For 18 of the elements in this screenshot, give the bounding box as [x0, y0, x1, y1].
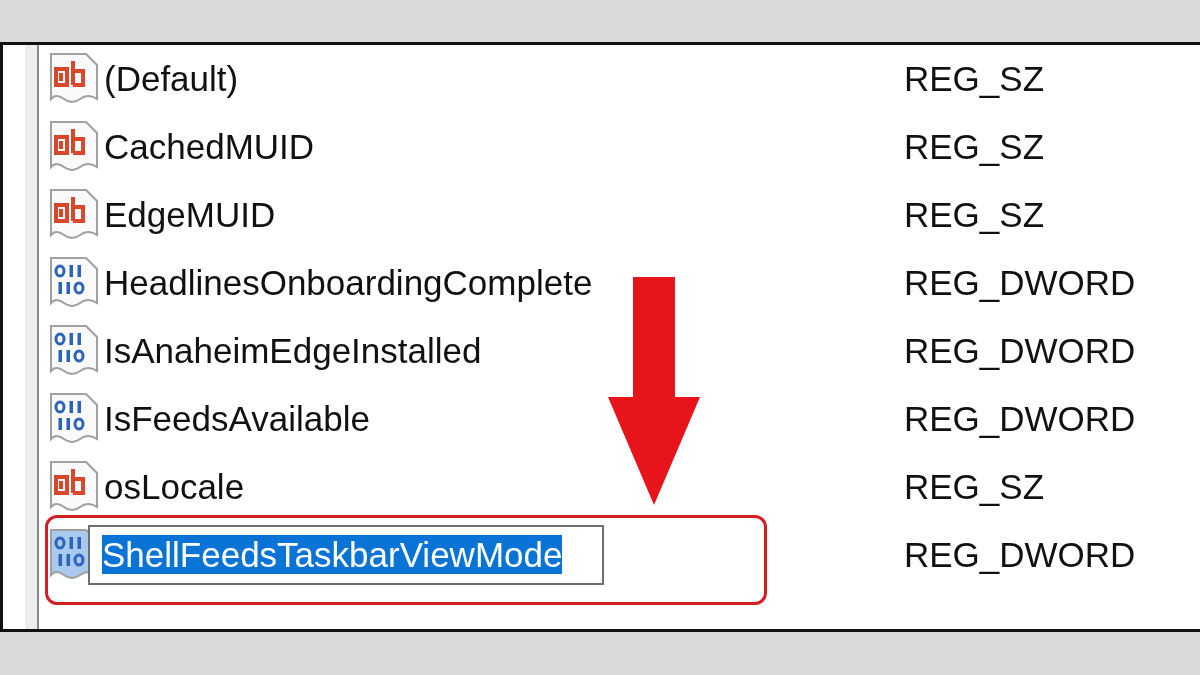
value-name[interactable]: CachedMUID [104, 127, 315, 167]
arrow-icon [608, 277, 700, 505]
value-type: REG_SZ [904, 467, 1045, 507]
value-name[interactable]: EdgeMUID [104, 195, 276, 235]
value-type: REG_DWORD [904, 399, 1136, 439]
value-name[interactable]: IsAnaheimEdgeInstalled [104, 331, 482, 371]
value-type: REG_SZ [904, 127, 1045, 167]
value-name[interactable]: osLocale [104, 467, 245, 507]
value-type: REG_SZ [904, 195, 1045, 235]
value-name[interactable]: HeadlinesOnboardingComplete [104, 263, 593, 303]
value-type: REG_SZ [904, 59, 1045, 99]
value-type: REG_DWORD [904, 331, 1136, 371]
splitter-bar[interactable] [25, 45, 39, 629]
value-type: REG_DWORD [904, 263, 1136, 303]
value-type: REG_DWORD [904, 535, 1136, 575]
rename-field[interactable]: ShellFeedsTaskbarViewMode [88, 525, 605, 585]
value-name[interactable]: (Default) [104, 59, 239, 99]
value-name[interactable]: IsFeedsAvailable [104, 399, 370, 439]
